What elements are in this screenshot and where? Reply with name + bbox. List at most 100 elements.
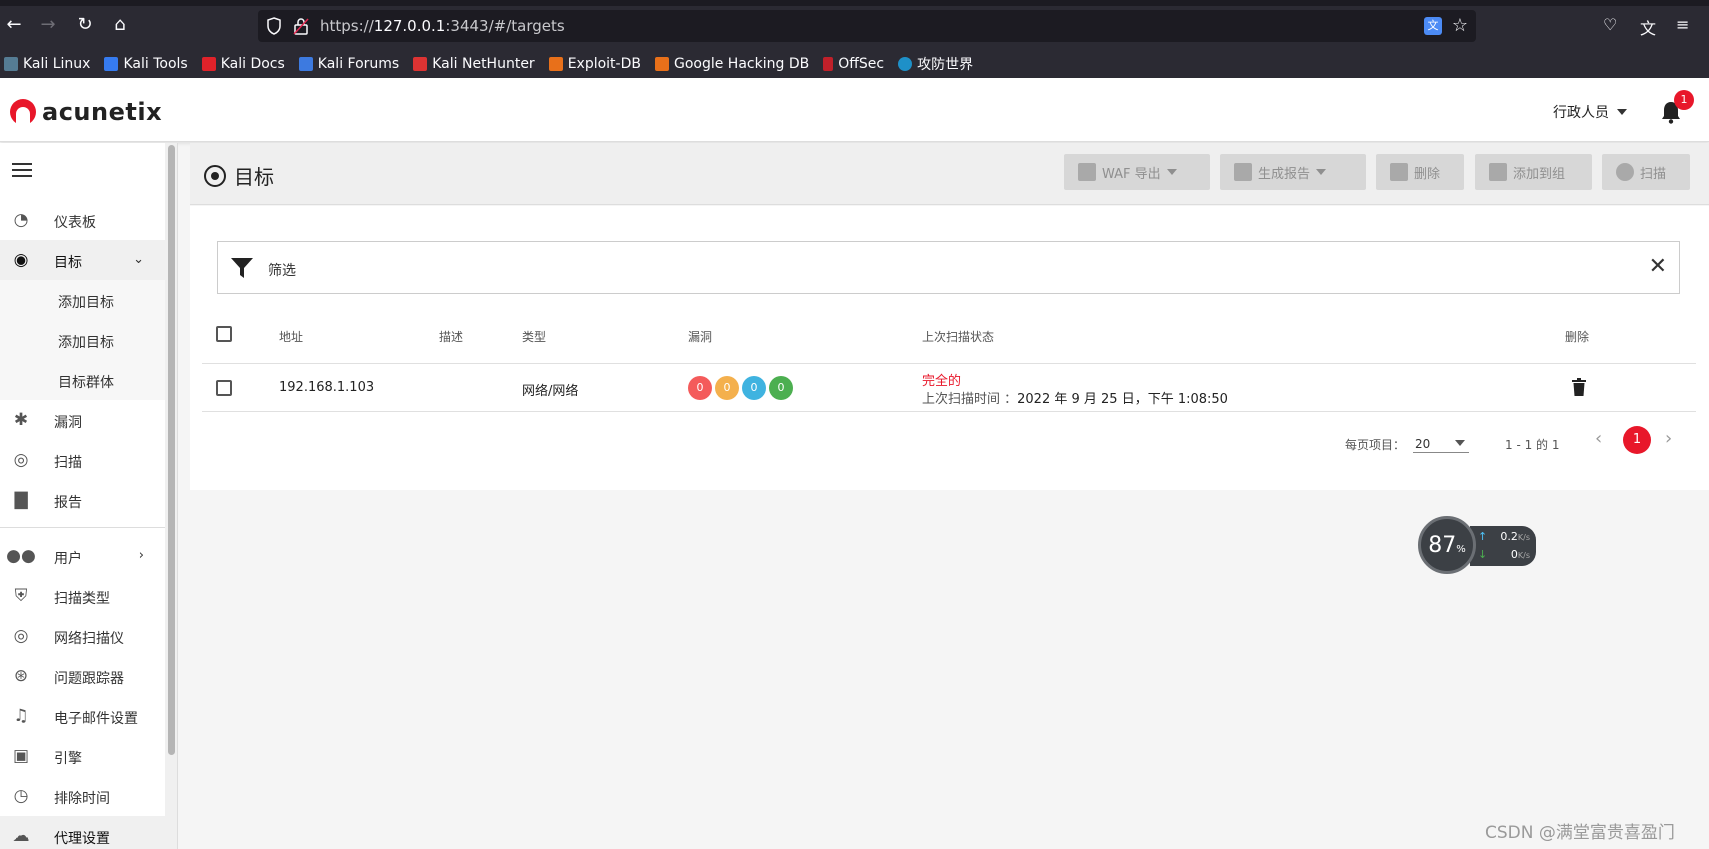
column-type[interactable]: 类型 [522, 328, 546, 345]
download-speed: 0K/s [1510, 548, 1530, 561]
app-header: acunetix 行政人员 1 [0, 78, 1709, 142]
chevron-down-icon: ⌄ [133, 252, 144, 267]
bookmark-exploit-db[interactable]: Exploit-DB [548, 56, 641, 72]
target-icon [204, 164, 226, 187]
sidebar-scroll-thumb[interactable] [168, 145, 175, 755]
kali-forums-icon [298, 57, 313, 71]
document-icon [1234, 163, 1252, 181]
filter-icon [231, 258, 253, 278]
sidebar-item-users[interactable]: ●● 用户 › [0, 536, 166, 576]
column-last-scan-status[interactable]: 上次扫描状态 [922, 328, 994, 345]
cpu-icon: ▣ [12, 746, 30, 766]
sidebar-item-dashboard[interactable]: ◔ 仪表板 [0, 200, 166, 240]
sidebar-item-proxy-settings[interactable]: ☁ 代理设置 [0, 816, 166, 849]
reload-icon[interactable]: ↻ [75, 14, 95, 36]
bookmark-kali-forums[interactable]: Kali Forums [298, 56, 399, 72]
waf-export-button[interactable]: WAF 导出 [1064, 154, 1210, 190]
column-description[interactable]: 描述 [439, 328, 463, 345]
bookmark-kali-docs[interactable]: Kali Docs [201, 56, 285, 72]
add-to-group-button[interactable]: 添加到组 [1475, 154, 1592, 190]
briefcase-icon [1078, 163, 1096, 181]
notification-badge: 1 [1674, 90, 1694, 110]
chevron-right-icon: › [138, 548, 144, 563]
delete-row-icon[interactable] [1572, 378, 1586, 396]
scan-status: 完全的 [922, 374, 962, 389]
page-number-button[interactable]: 1 [1623, 426, 1651, 454]
generate-report-button[interactable]: 生成报告 [1220, 154, 1366, 190]
forward-icon[interactable]: → [38, 14, 58, 36]
row-checkbox[interactable] [216, 380, 232, 396]
bookmark-star-icon[interactable]: ☆ [1452, 15, 1468, 36]
filter-bar[interactable]: 筛选 ✕ [217, 241, 1680, 294]
url-text[interactable]: https://127.0.0.1:3443/#/targets [320, 17, 565, 35]
bookmark-offsec[interactable]: OffSec [823, 56, 884, 72]
translate-extension-icon[interactable]: 文 [1640, 15, 1656, 39]
bookmark-gongfang[interactable]: 攻防世界 [898, 54, 973, 74]
sidebar-scrollbar[interactable] [165, 143, 177, 849]
page-range: 1 - 1 的 1 [1505, 438, 1560, 452]
caret-down-icon [1166, 169, 1177, 175]
select-all-checkbox[interactable] [216, 326, 232, 342]
logo-mark-icon [10, 99, 36, 125]
table-row[interactable]: 192.168.1.103 网络/网络 0 0 0 0 完全的 上次扫描时间 ：… [202, 364, 1696, 412]
lock-icon[interactable] [292, 17, 310, 35]
vuln-high-count: 0 [688, 376, 712, 400]
bell-icon: ♫ [13, 706, 29, 726]
chevron-left-icon[interactable]: ‹ [1595, 428, 1602, 449]
sidebar-item-vulnerabilities[interactable]: ✱ 漏洞 [0, 400, 166, 440]
sidebar-item-issue-trackers[interactable]: ⊛ 问题跟踪器 [0, 656, 166, 696]
vuln-medium-count: 0 [715, 376, 739, 400]
target-address[interactable]: 192.168.1.103 [279, 380, 374, 395]
hamburger-menu-icon[interactable] [12, 163, 32, 179]
back-icon[interactable]: ← [4, 14, 24, 36]
bookmark-kali-linux[interactable]: Kali Linux [4, 56, 90, 72]
delete-button[interactable]: 删除 [1376, 154, 1464, 190]
vulnerability-counts[interactable]: 0 0 0 0 [688, 376, 793, 400]
sidebar-item-reports[interactable]: ▇ 报告 [0, 480, 166, 520]
chevron-right-icon[interactable]: › [1665, 428, 1672, 449]
acunetix-logo[interactable]: acunetix [10, 98, 162, 126]
bookmark-kali-tools[interactable]: Kali Tools [104, 56, 188, 72]
browser-toolbar: ← → ↻ ⌂ https://127.0.0.1:3443/#/targets… [0, 0, 1709, 50]
per-page-select[interactable]: 20 [1413, 431, 1469, 453]
scan-icon [1616, 163, 1634, 181]
user-menu[interactable]: 行政人员 [1553, 102, 1627, 122]
shield-icon[interactable] [266, 17, 282, 35]
sidebar-subitem-add-target[interactable]: 添加目标 [0, 280, 166, 320]
sidebar-item-scan-types[interactable]: ⛨ 扫描类型 [0, 576, 166, 616]
caret-down-icon [1617, 109, 1627, 115]
translate-icon[interactable]: 文 [1424, 17, 1442, 35]
sidebar-item-scans[interactable]: ◎ 扫描 [0, 440, 166, 480]
sidebar-item-targets[interactable]: ◉ 目标 ⌄ [0, 240, 166, 280]
page-header: 目标 WAF 导出 生成报告 删除 添加到组 扫描 [190, 143, 1709, 205]
column-address[interactable]: 地址 [279, 328, 303, 345]
sidebar-item-network-scanner[interactable]: ◎ 网络扫描仪 [0, 616, 166, 656]
target-icon: ◉ [13, 250, 29, 270]
offsec-icon [823, 57, 834, 71]
upload-arrow-icon: ↑ [1478, 530, 1488, 543]
ghdb-icon [654, 57, 669, 71]
per-page-label: 每页项目： [1345, 438, 1406, 452]
sidebar-item-excluded-hours[interactable]: ◷ 排除时间 [0, 776, 166, 816]
network-speed-widget[interactable]: ↑ 0.2K/s ↓ 0K/s 87% [1418, 516, 1536, 576]
network-scanner-icon: ◎ [13, 626, 29, 646]
sidebar-item-engines[interactable]: ▣ 引擎 [0, 736, 166, 776]
app-menu-icon[interactable]: ≡ [1676, 15, 1689, 34]
close-icon[interactable]: ✕ [1649, 254, 1667, 279]
home-icon[interactable]: ⌂ [110, 14, 130, 36]
bug-icon: ✱ [13, 410, 29, 430]
speed-readout: ↑ 0.2K/s ↓ 0K/s [1470, 526, 1536, 566]
sidebar-subitem-add-target-2[interactable]: 添加目标 [0, 320, 166, 360]
caret-down-icon [1455, 440, 1465, 446]
download-arrow-icon: ↓ [1478, 548, 1488, 561]
url-bar[interactable]: https://127.0.0.1:3443/#/targets 文 ☆ [258, 10, 1476, 42]
bookmark-kali-nethunter[interactable]: Kali NetHunter [413, 56, 535, 72]
scan-button[interactable]: 扫描 [1602, 154, 1690, 190]
bookmark-google-hacking-db[interactable]: Google Hacking DB [654, 56, 809, 72]
sidebar-item-email-settings[interactable]: ♫ 电子邮件设置 [0, 696, 166, 736]
targets-panel: 筛选 ✕ 地址 描述 类型 漏洞 上次扫描状态 删除 192.168.1.103… [190, 206, 1709, 490]
issue-tracker-icon: ⊛ [13, 666, 29, 686]
column-vulnerabilities[interactable]: 漏洞 [688, 328, 712, 345]
sidebar-subitem-target-groups[interactable]: 目标群体 [0, 360, 166, 400]
pocket-icon[interactable]: ♡ [1603, 15, 1617, 34]
